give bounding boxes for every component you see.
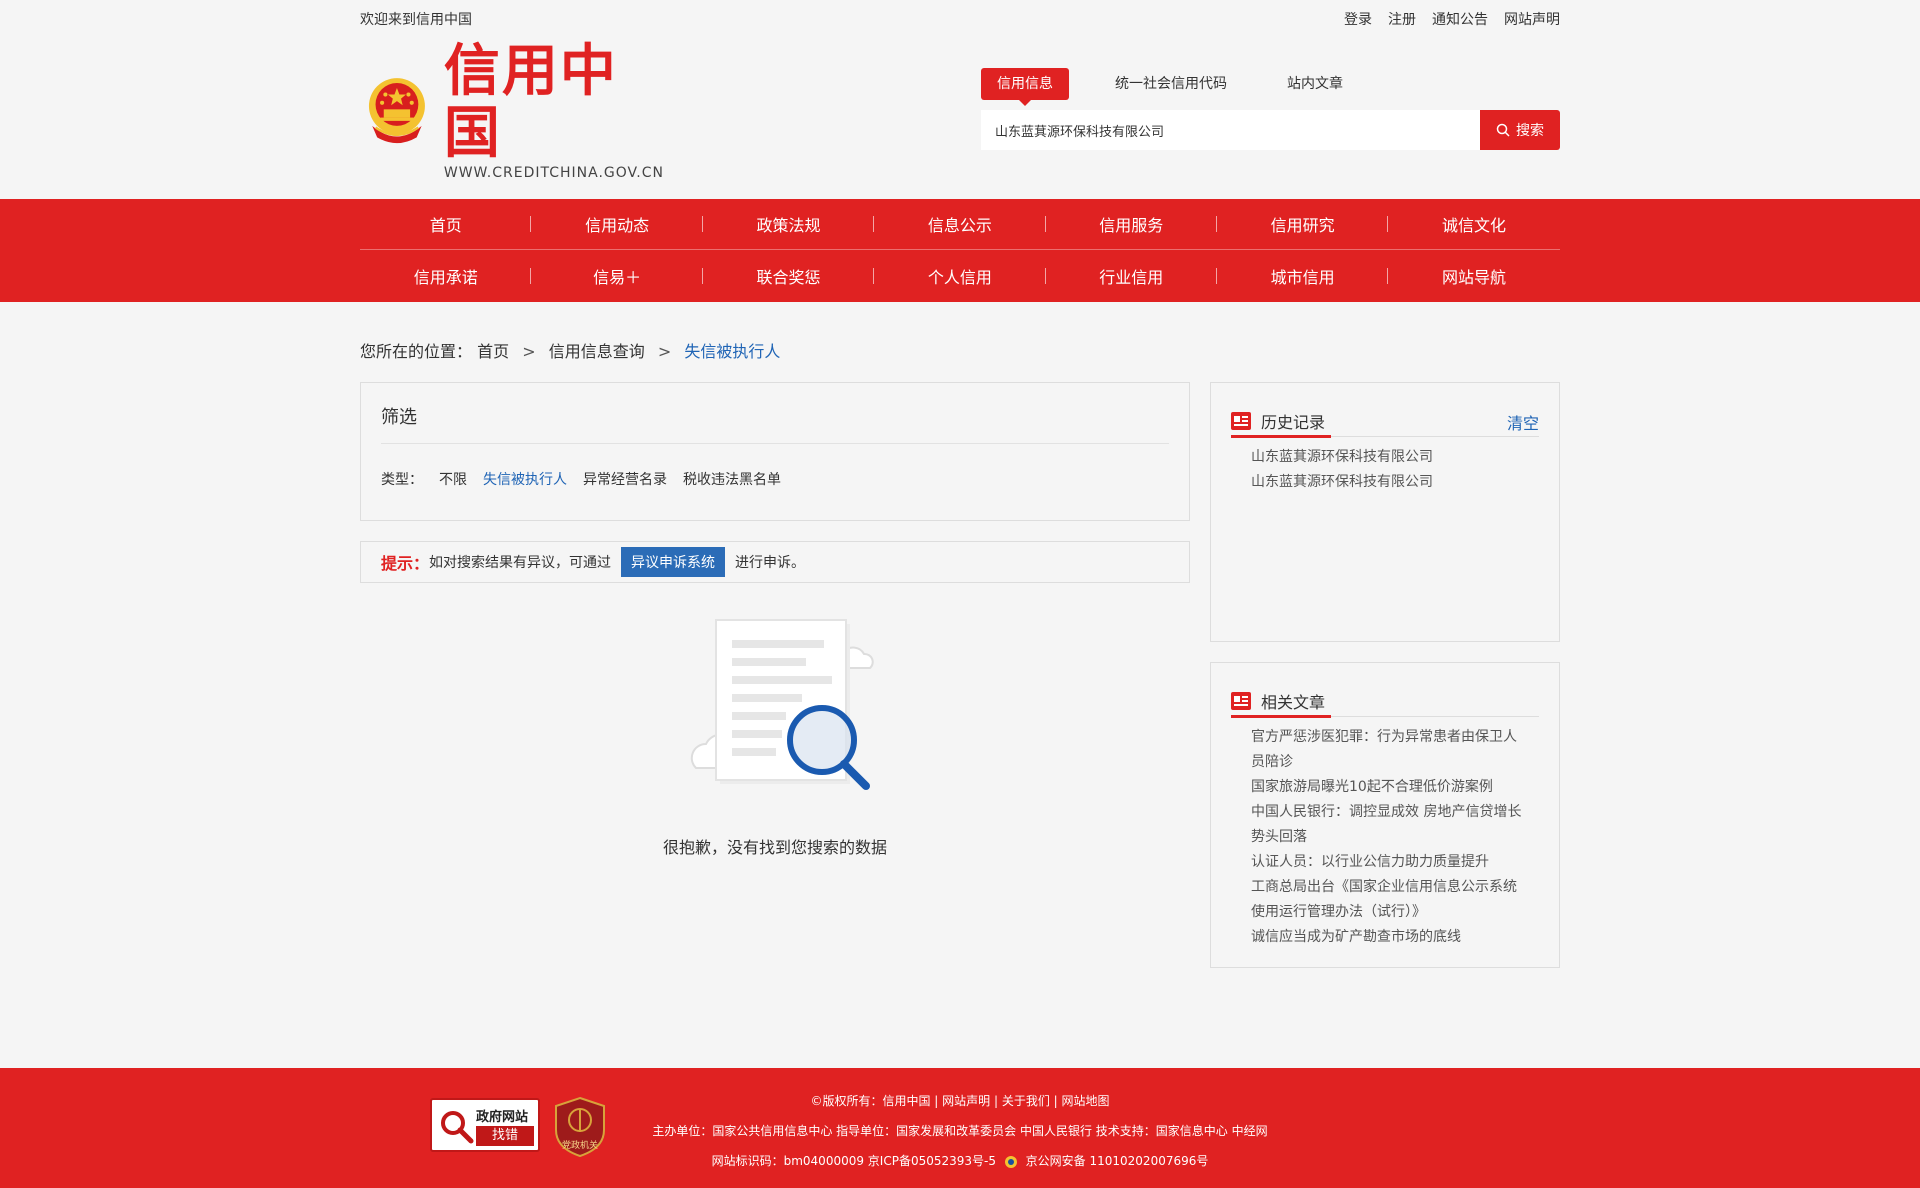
breadcrumb: 您所在的位置： 首页 > 信用信息查询 > 失信被执行人 <box>360 340 1560 364</box>
national-emblem-icon <box>368 78 425 144</box>
magnifier-icon <box>441 1111 474 1144</box>
search-button[interactable]: 搜索 <box>1480 110 1560 150</box>
breadcrumb-sep: > <box>657 342 672 361</box>
nav-personal-credit[interactable]: 个人信用 <box>874 264 1046 288</box>
tip-suffix: 进行申诉。 <box>735 555 806 571</box>
no-results-illustration-icon <box>690 619 874 790</box>
search-input[interactable] <box>981 110 1480 150</box>
nav-info-public[interactable]: 信息公示 <box>874 212 1046 236</box>
notice-link[interactable]: 通知公告 <box>1432 0 1488 40</box>
tab-credit-code[interactable]: 统一社会信用代码 <box>1099 68 1243 100</box>
footer: 政府网站 找错 党政机关 ©版权所有：信用中国 | 网站声明 | 关于我们 | … <box>0 1068 1920 1188</box>
nav-xinyi-plus[interactable]: 信易＋ <box>531 264 704 288</box>
history-item[interactable]: 山东蓝萁源环保科技有限公司 <box>1251 470 1529 495</box>
register-link[interactable]: 注册 <box>1388 0 1416 40</box>
record-icon <box>1231 411 1251 430</box>
filter-divider <box>381 443 1169 444</box>
breadcrumb-sep: > <box>522 342 536 361</box>
articles-title: 相关文章 <box>1261 692 1326 712</box>
breadcrumb-prefix: 您所在的位置： <box>360 342 473 361</box>
history-title: 历史记录 <box>1261 412 1326 432</box>
nav-credit-news[interactable]: 信用动态 <box>531 212 704 236</box>
party-badge-label: 党政机关 <box>561 1141 598 1151</box>
breadcrumb-home[interactable]: 首页 <box>477 342 509 361</box>
history-header: 历史记录 清空 <box>1231 405 1539 438</box>
history-list: 山东蓝萁源环保科技有限公司 山东蓝萁源环保科技有限公司 <box>1251 445 1529 495</box>
site-logo[interactable]: 信用中国 WWW.CREDITCHINA.GOV.CN <box>364 41 664 181</box>
party-gov-badge[interactable]: 党政机关 <box>554 1096 606 1158</box>
nav-industry-credit[interactable]: 行业信用 <box>1046 264 1218 288</box>
nav-credit-research[interactable]: 信用研究 <box>1217 212 1389 236</box>
footer-police-record: 京公网安备 11010202007696号 <box>1025 1154 1209 1168</box>
search-area: 信用信息 统一社会信用代码 站内文章 搜索 <box>981 68 1560 150</box>
article-link[interactable]: 工商总局出台《国家企业信用信息公示系统使用运行管理办法（试行）》 <box>1251 875 1529 925</box>
top-links: 登录 注册 通知公告 网站声明 <box>1344 0 1560 40</box>
tip-label: 提示： <box>381 554 430 573</box>
clear-history-link[interactable]: 清空 <box>1507 410 1539 434</box>
footer-copyright: ©版权所有：信用中国 | 网站声明 | 关于我们 | 网站地图 <box>810 1094 1110 1108</box>
history-item[interactable]: 山东蓝萁源环保科技有限公司 <box>1251 445 1529 470</box>
search-icon <box>1496 123 1510 137</box>
footer-info: ©版权所有：信用中国 | 网站声明 | 关于我们 | 网站地图 主办单位：国家公… <box>600 1086 1320 1176</box>
articles-panel: 相关文章 官方严惩涉医犯罪：行为异常患者由保卫人员陪诊 国家旅游局曝光10起不合… <box>1210 662 1560 968</box>
nav-city-credit[interactable]: 城市信用 <box>1217 264 1389 288</box>
search-tabs: 信用信息 统一社会信用代码 站内文章 <box>981 68 1560 106</box>
top-bar: 欢迎来到信用中国 登录 注册 通知公告 网站声明 <box>360 0 1560 40</box>
history-title-underline <box>1231 435 1331 438</box>
article-link[interactable]: 认证人员：以行业公信力助力质量提升 <box>1251 850 1529 875</box>
nav-row-1: 首页 信用动态 政策法规 信息公示 信用服务 信用研究 诚信文化 <box>360 199 1560 250</box>
articles-list: 官方严惩涉医犯罪：行为异常患者由保卫人员陪诊 国家旅游局曝光10起不合理低价游案… <box>1251 725 1529 950</box>
nav-home[interactable]: 首页 <box>360 212 532 236</box>
filter-panel: 筛选 类型： 不限 失信被执行人 异常经营名录 税收违法黑名单 <box>360 382 1190 521</box>
article-link[interactable]: 中国人民银行：调控显成效 房地产信贷增长势头回落 <box>1251 800 1529 850</box>
main-nav: 首页 信用动态 政策法规 信息公示 信用服务 信用研究 诚信文化 信用承诺 信易… <box>0 199 1920 302</box>
filter-type-row: 类型： 不限 失信被执行人 异常经营名录 税收违法黑名单 <box>381 469 781 489</box>
filter-option-abnormal[interactable]: 异常经营名录 <box>583 469 667 489</box>
gov-badge-bottom: 找错 <box>476 1126 534 1146</box>
breadcrumb-credit-query[interactable]: 信用信息查询 <box>549 342 645 361</box>
article-link[interactable]: 国家旅游局曝光10起不合理低价游案例 <box>1251 775 1529 800</box>
nav-credit-promise[interactable]: 信用承诺 <box>360 264 532 288</box>
no-results-text: 很抱歉，没有找到您搜索的数据 <box>662 838 887 857</box>
gov-badge-top: 政府网站 <box>476 1110 529 1125</box>
search-button-label: 搜索 <box>1516 123 1544 139</box>
login-link[interactable]: 登录 <box>1344 0 1372 40</box>
statement-link[interactable]: 网站声明 <box>1504 0 1560 40</box>
logo-title: 信用中国 <box>443 39 618 166</box>
filter-option-all[interactable]: 不限 <box>439 469 467 489</box>
nav-rewards-punish[interactable]: 联合奖惩 <box>703 264 875 288</box>
filter-option-dishonest[interactable]: 失信被执行人 <box>483 469 567 489</box>
police-badge-icon <box>1004 1155 1017 1168</box>
article-link[interactable]: 官方严惩涉医犯罪：行为异常患者由保卫人员陪诊 <box>1251 725 1529 775</box>
article-icon <box>1231 691 1251 710</box>
nav-site-guide[interactable]: 网站导航 <box>1388 264 1559 288</box>
tip-bar: 提示： 如对搜索结果有异议，可通过 异议申诉系统 进行申诉。 <box>360 541 1190 583</box>
filter-type-label: 类型： <box>381 472 423 488</box>
nav-policy[interactable]: 政策法规 <box>703 212 875 236</box>
header: 信用中国 WWW.CREDITCHINA.GOV.CN 信用信息 统一社会信用代… <box>360 41 1560 181</box>
tab-credit-info[interactable]: 信用信息 <box>981 68 1069 106</box>
footer-registration: 网站标识码：bm04000009 京ICP备05052393号-5 京公网安备 … <box>600 1146 1320 1176</box>
filter-title: 筛选 <box>381 407 417 428</box>
logo-url: WWW.CREDITCHINA.GOV.CN <box>443 165 664 181</box>
gov-website-error-badge[interactable]: 政府网站 找错 <box>430 1098 540 1152</box>
footer-organizers: 主办单位：国家公共信用信息中心 指导单位：国家发展和改革委员会 中国人民银行 技… <box>652 1124 1268 1138</box>
nav-credit-service[interactable]: 信用服务 <box>1046 212 1218 236</box>
tab-site-articles[interactable]: 站内文章 <box>1271 68 1359 100</box>
footer-icp: 网站标识码：bm04000009 京ICP备05052393号-5 <box>711 1154 997 1168</box>
articles-title-underline <box>1231 715 1331 718</box>
filter-option-tax-blacklist[interactable]: 税收违法黑名单 <box>683 469 781 489</box>
article-link[interactable]: 诚信应当成为矿产勘查市场的底线 <box>1251 925 1529 950</box>
nav-integrity-culture[interactable]: 诚信文化 <box>1388 212 1559 236</box>
nav-row-2: 信用承诺 信易＋ 联合奖惩 个人信用 行业信用 城市信用 网站导航 <box>360 250 1560 301</box>
articles-header: 相关文章 <box>1231 685 1539 718</box>
history-panel: 历史记录 清空 山东蓝萁源环保科技有限公司 山东蓝萁源环保科技有限公司 <box>1210 382 1560 642</box>
breadcrumb-current: 失信被执行人 <box>684 342 781 361</box>
appeal-system-button[interactable]: 异议申诉系统 <box>621 547 726 577</box>
tip-text: 如对搜索结果有异议，可通过 <box>429 555 612 571</box>
welcome-text: 欢迎来到信用中国 <box>360 12 472 28</box>
